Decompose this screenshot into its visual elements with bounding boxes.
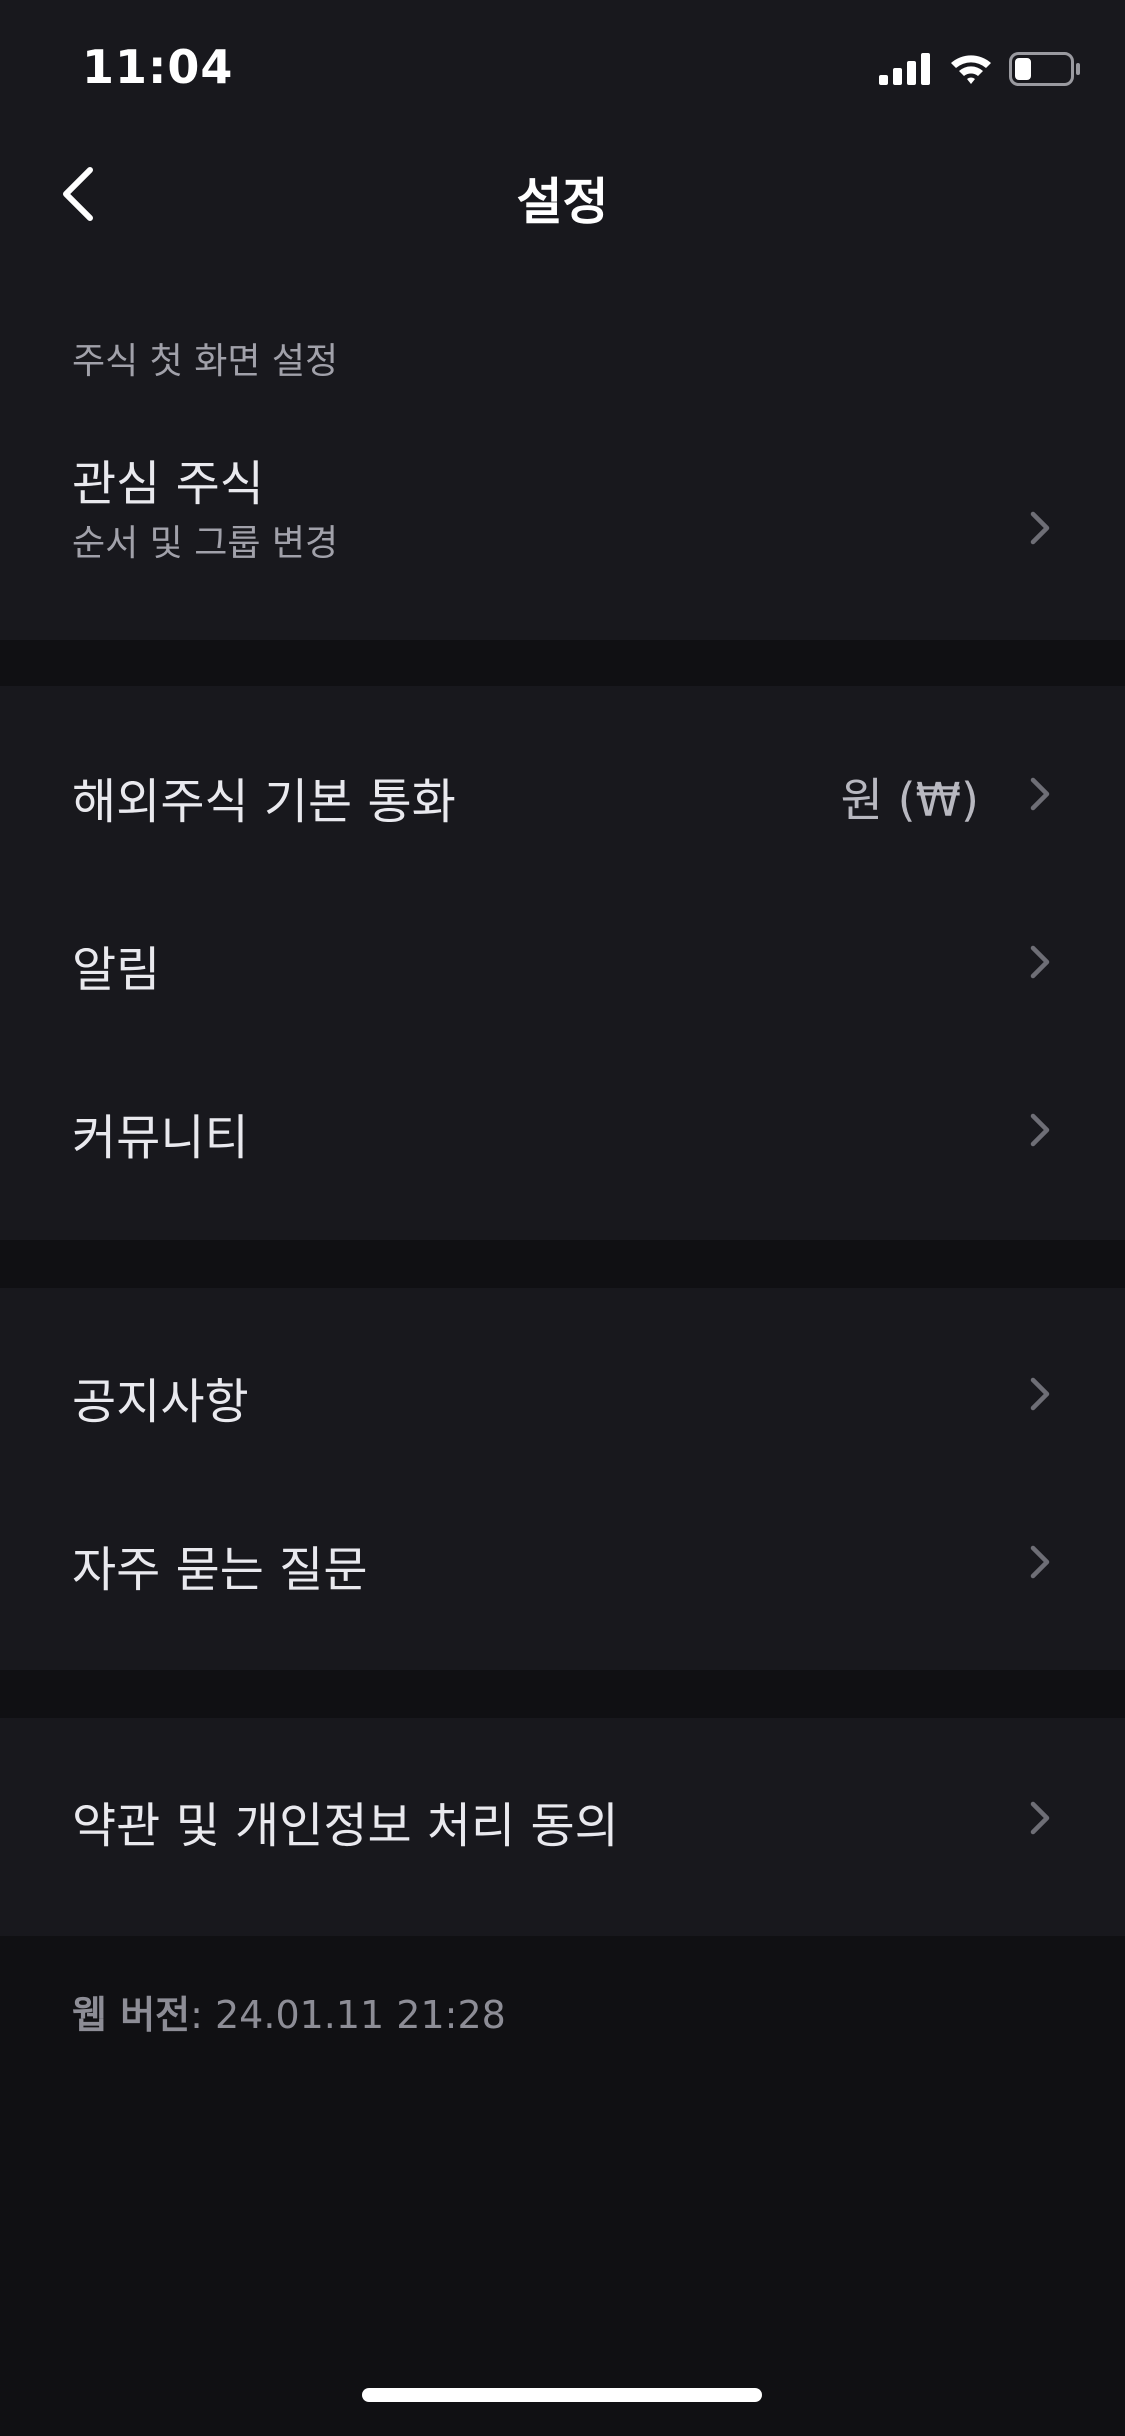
web-version-info: 웹 버전: 24.01.11 21:28 (72, 1984, 506, 2039)
row-terms-privacy[interactable]: 약관 및 개인정보 처리 동의 (0, 1742, 1125, 1910)
chevron-right-icon (1025, 774, 1055, 814)
row-value: 원 (₩) (840, 773, 979, 827)
section-home-screen: 주식 첫 화면 설정 관심 주식 순서 및 그룹 변경 (0, 260, 1125, 640)
section-support: 공지사항 자주 묻는 질문 (0, 1288, 1125, 1670)
status-icons (879, 48, 1081, 90)
row-sublabel: 순서 및 그룹 변경 (72, 523, 339, 564)
row-label: 약관 및 개인정보 처리 동의 (72, 1798, 619, 1854)
row-overseas-currency[interactable]: 해외주식 기본 통화 원 (₩) (0, 710, 1125, 878)
chevron-right-icon (1025, 1374, 1055, 1414)
battery-icon (1009, 52, 1081, 86)
chevron-right-icon (1025, 508, 1055, 548)
chevron-right-icon (1025, 942, 1055, 982)
cellular-signal-icon (879, 53, 933, 85)
section-legal: 약관 및 개인정보 처리 동의 (0, 1718, 1125, 1936)
section-caption: 주식 첫 화면 설정 (72, 341, 339, 382)
row-label: 공지사항 (72, 1374, 249, 1430)
row-label: 자주 묻는 질문 (72, 1542, 368, 1598)
row-community[interactable]: 커뮤니티 (0, 1046, 1125, 1214)
chevron-right-icon (1025, 1542, 1055, 1582)
row-label: 관심 주식 (72, 456, 264, 512)
chevron-right-icon (1025, 1798, 1055, 1838)
row-faq[interactable]: 자주 묻는 질문 (0, 1480, 1125, 1648)
chevron-right-icon (1025, 1110, 1055, 1150)
page-title: 설정 (516, 173, 609, 231)
row-label: 커뮤니티 (72, 1110, 249, 1166)
section-general: 해외주식 기본 통화 원 (₩) 알림 커뮤니티 (0, 686, 1125, 1240)
row-notices[interactable]: 공지사항 (0, 1312, 1125, 1480)
wifi-icon (949, 52, 993, 86)
status-time: 11:04 (82, 40, 234, 94)
row-watchlist-stocks[interactable]: 관심 주식 순서 및 그룹 변경 (0, 410, 1125, 580)
web-version-label: 웹 버전 (72, 1993, 191, 2037)
nav-bar: 설정 (0, 132, 1125, 260)
row-label: 알림 (72, 942, 161, 998)
status-bar: 11:04 (0, 0, 1125, 132)
row-label: 해외주식 기본 통화 (72, 774, 456, 830)
web-version-value: : 24.01.11 21:28 (190, 1993, 506, 2037)
home-indicator[interactable] (362, 2388, 762, 2402)
row-notifications[interactable]: 알림 (0, 878, 1125, 1046)
